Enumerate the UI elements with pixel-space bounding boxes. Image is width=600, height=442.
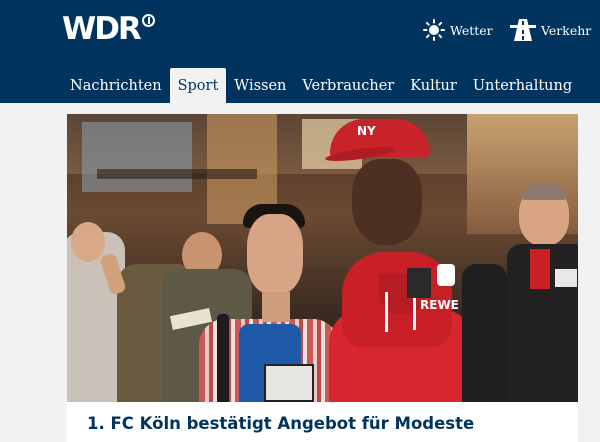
weather-label: Wetter	[450, 22, 493, 38]
traffic-label: Verkehr	[541, 22, 592, 38]
tab-sport[interactable]: Sport	[169, 68, 227, 103]
main-content: NY REWE 1. FC Köln bestätigt Angebot für…	[0, 103, 600, 442]
jersey-sponsor-text: REWE	[420, 298, 459, 312]
tab-nachrichten[interactable]: Nachrichten	[62, 68, 170, 103]
tab-verbraucher[interactable]: Verbraucher	[294, 68, 402, 103]
sun-icon	[423, 19, 445, 41]
main-navigation: Nachrichten Sport Wissen Verbraucher Kul…	[62, 68, 580, 103]
wdr-logo[interactable]: WDR	[62, 13, 155, 45]
cap-logo-text: NY	[357, 124, 376, 138]
das-erste-logo-icon	[141, 14, 155, 27]
logo-wordmark: WDR	[62, 11, 142, 47]
site-header: WDR Wetter Verkehr Nachrichten Sport Wis…	[0, 0, 600, 103]
teaser-image[interactable]: NY REWE	[67, 114, 578, 402]
teaser-headline-box: 1. FC Köln bestätigt Angebot für Modeste	[67, 402, 578, 442]
road-icon	[510, 19, 536, 41]
tab-wissen[interactable]: Wissen	[226, 68, 294, 103]
traffic-link[interactable]: Verkehr	[510, 18, 591, 42]
tab-kultur[interactable]: Kultur	[402, 68, 465, 103]
teaser-headline[interactable]: 1. FC Köln bestätigt Angebot für Modeste	[87, 414, 474, 433]
weather-link[interactable]: Wetter	[423, 18, 493, 42]
tab-unterhaltung[interactable]: Unterhaltung	[465, 68, 580, 103]
